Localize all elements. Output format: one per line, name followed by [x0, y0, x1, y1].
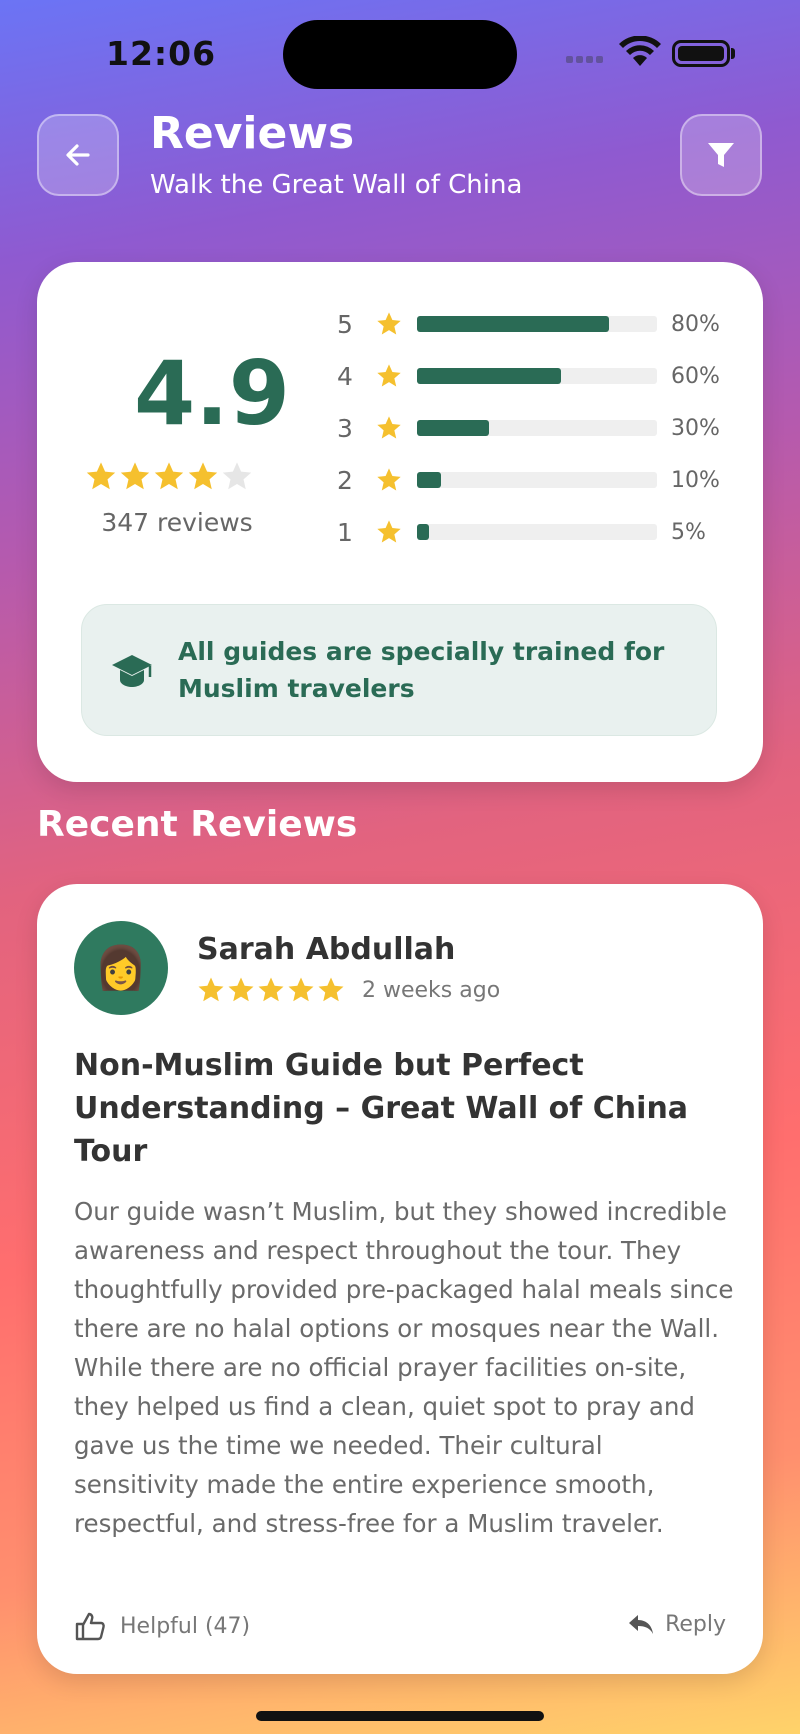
review-card: 👩 Sarah Abdullah 2 weeks ago Non-Muslim …: [37, 884, 763, 1674]
reply-button[interactable]: Reply: [627, 1610, 726, 1638]
rating-row-percent: 30%: [671, 415, 720, 441]
wifi-icon: [619, 36, 661, 66]
star-icon: [154, 462, 184, 490]
rating-bar-track: [417, 472, 657, 488]
rating-row-stars: 5: [337, 309, 353, 339]
filter-funnel-icon: [708, 143, 734, 167]
rating-bar-fill: [417, 524, 429, 540]
rating-row-stars: 4: [337, 361, 353, 391]
star-icon: [377, 312, 401, 335]
rating-row-percent: 10%: [671, 467, 720, 493]
star-icon: [258, 977, 284, 1002]
reply-label: Reply: [665, 1611, 726, 1637]
rating-bar-fill: [417, 316, 609, 332]
rating-summary-card: 4.9 347 reviews 5 80% 4 60% 3 30% 2 10% 1 5% All …: [37, 262, 763, 782]
helpful-label: Helpful (47): [120, 1613, 251, 1639]
rating-row-stars: 1: [337, 517, 353, 547]
rating-row-stars: 2: [337, 465, 353, 495]
back-button[interactable]: [37, 114, 119, 196]
status-bar: 12:06: [0, 0, 800, 100]
rating-bar-track: [417, 316, 657, 332]
guide-training-banner: All guides are specially trained for Mus…: [81, 604, 717, 736]
rating-row-percent: 5%: [671, 519, 706, 545]
star-icon: [228, 977, 254, 1002]
guide-banner-text: All guides are specially trained for Mus…: [178, 637, 665, 703]
rating-bar-fill: [417, 420, 489, 436]
rating-bar-track: [417, 420, 657, 436]
helpful-button[interactable]: Helpful (47): [74, 1610, 250, 1642]
rating-row-5: 5 80%: [337, 304, 720, 344]
star-icon: [377, 364, 401, 387]
star-icon: [377, 416, 401, 439]
rating-row-stars: 3: [337, 413, 353, 443]
recent-reviews-title: Recent Reviews: [37, 804, 358, 845]
rating-row-3: 3 30%: [337, 408, 720, 448]
battery-icon: [672, 40, 730, 67]
rating-row-percent: 60%: [671, 363, 720, 389]
home-indicator: [256, 1711, 544, 1721]
star-icon: [86, 462, 116, 490]
graduation-cap-icon: [112, 655, 152, 687]
review-body: Our guide wasn’t Muslim, but they showed…: [74, 1197, 734, 1538]
review-date: 2 weeks ago: [362, 978, 501, 1003]
rating-bar-track: [417, 368, 657, 384]
review-stars: [196, 975, 346, 1005]
star-icon: [288, 977, 314, 1002]
average-rating-stars: [84, 458, 254, 495]
star-icon: [222, 462, 252, 490]
rating-bar-fill: [417, 472, 441, 488]
page-title: Reviews: [150, 108, 355, 159]
rating-row-4: 4 60%: [337, 356, 720, 396]
star-icon: [377, 468, 401, 491]
reply-arrow-icon: [629, 1615, 654, 1634]
battery-tip: [731, 48, 735, 59]
reviewer-name: Sarah Abdullah: [197, 932, 456, 967]
status-time: 12:06: [106, 34, 217, 73]
avatar: 👩: [74, 921, 168, 1015]
rating-row-percent: 80%: [671, 311, 720, 337]
review-count: 347 reviews: [101, 508, 253, 537]
thumbs-up-icon: [75, 1612, 105, 1641]
rating-bar-track: [417, 524, 657, 540]
arrow-left-icon: [66, 144, 90, 166]
review-title: Non-Muslim Guide but Perfect Understandi…: [74, 1048, 689, 1169]
star-icon: [198, 977, 224, 1002]
star-icon: [188, 462, 218, 490]
page-subtitle: Walk the Great Wall of China: [150, 170, 523, 200]
cellular-signal-icon: [566, 56, 603, 63]
average-rating: 4.9: [134, 342, 290, 445]
filter-button[interactable]: [680, 114, 762, 196]
dynamic-island: [283, 20, 517, 89]
rating-row-2: 2 10%: [337, 460, 720, 500]
star-icon: [318, 977, 344, 1002]
star-icon: [377, 520, 401, 543]
star-icon: [120, 462, 150, 490]
rating-row-1: 1 5%: [337, 512, 706, 552]
rating-bar-fill: [417, 368, 561, 384]
